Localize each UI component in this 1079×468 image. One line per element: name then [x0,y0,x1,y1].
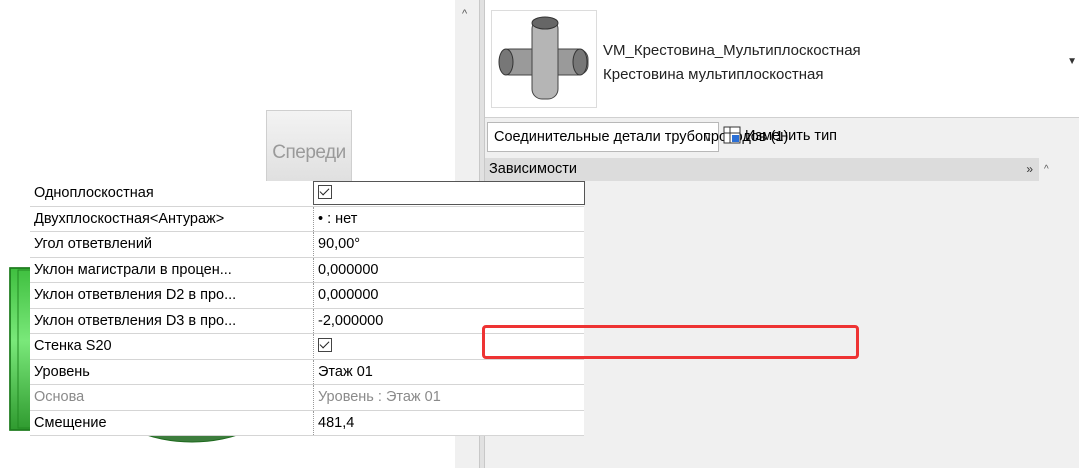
property-row[interactable]: Двухплоскостная<Антураж> • : нет [30,206,584,232]
scroll-up-icon[interactable]: ^ [1044,164,1049,175]
property-name: Стенка S20 [34,338,112,354]
properties-scrollbar[interactable]: ^ [1040,158,1056,468]
chevron-down-icon: ∨ [703,130,712,144]
group-constraints-header[interactable]: Зависимости » [485,158,1039,181]
property-row[interactable]: Уклон ответвления D3 в про... -2,000000 [30,308,584,334]
fitting-thumbnail-icon [491,10,597,108]
edit-type-label: Изменить тип [745,128,838,144]
property-value[interactable]: 481,4 [313,410,583,435]
property-name: Двухплоскостная<Антураж> [34,210,225,227]
property-value[interactable]: 90,00° [313,232,583,256]
property-value[interactable]: 0,000000 [313,283,583,307]
property-name: Смещение [34,414,107,431]
active-cell-outline [313,181,585,205]
type-name: Крестовина мультиплоскостная [603,66,824,83]
collapse-icon[interactable]: » [1026,158,1033,181]
category-filter-dropdown[interactable]: Соединительные детали трубопроводов (1) … [487,122,788,152]
group-label: Зависимости [489,161,577,177]
property-name: Основа [34,389,85,405]
property-value[interactable]: • : нет [313,206,583,231]
property-name: Одноплоскостная [34,185,154,201]
property-value[interactable]: Этаж 01 [313,359,583,384]
property-name: Уклон ответвления D2 в про... [34,287,237,303]
property-name: Угол ответвлений [34,236,153,252]
edit-type-button[interactable]: Изменить тип [723,122,837,152]
checkbox-checked[interactable] [318,338,332,352]
property-row[interactable]: Основа Уровень : Этаж 01 [30,385,584,411]
property-value: Уровень : Этаж 01 [313,385,583,409]
type-dropdown-icon[interactable]: ▼ [1067,56,1077,67]
type-selector[interactable]: VM_Крестовина_Мультиплоскостная Крестови… [485,0,1079,118]
scroll-up-icon[interactable]: ^ [462,8,467,20]
property-value[interactable]: 0,000000 [313,257,583,282]
properties-table: Одноплоскостная Двухплоскостная<Антураж>… [30,181,585,436]
property-value[interactable] [313,334,583,358]
edit-type-icon [723,126,741,144]
property-row[interactable]: Угол ответвлений 90,00° [30,232,584,258]
property-name: Уклон ответвления D3 в про... [34,312,237,329]
property-name: Уклон магистрали в процен... [34,261,232,278]
property-value[interactable]: -2,000000 [313,308,583,333]
property-row[interactable]: Уровень Этаж 01 [30,359,584,385]
family-name: VM_Крестовина_Мультиплоскостная [603,42,861,59]
property-row[interactable]: Стенка S20 [30,334,584,360]
property-row[interactable]: Смещение 481,4 [30,410,584,436]
property-row[interactable]: Уклон магистрали в процен... 0,000000 [30,257,584,283]
property-row[interactable]: Уклон ответвления D2 в про... 0,000000 [30,283,584,309]
filter-row: Соединительные детали трубопроводов (1) … [485,118,1079,156]
property-row[interactable]: Одноплоскостная [30,181,585,207]
property-name: Уровень [34,363,90,380]
